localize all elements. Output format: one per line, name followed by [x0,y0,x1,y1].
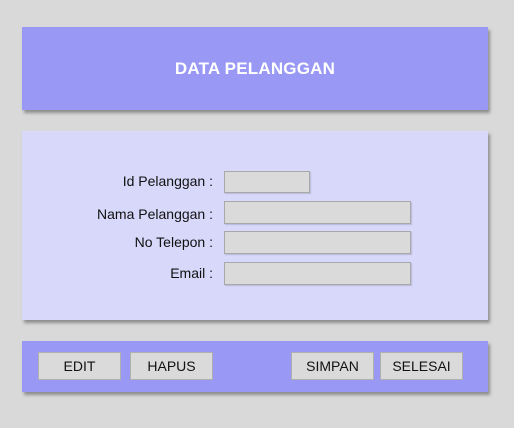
no-telepon-label: No Telepon : [134,234,213,250]
customer-form-panel: Id Pelanggan : Nama Pelanggan : No Telep… [22,131,488,320]
action-button-bar: EDIT HAPUS SIMPAN SELESAI [22,341,488,392]
id-pelanggan-input[interactable] [224,171,310,193]
nama-pelanggan-input[interactable] [224,201,411,224]
edit-button[interactable]: EDIT [38,352,121,380]
email-label: Email : [170,265,213,281]
page-title: DATA PELANGGAN [174,58,336,78]
hapus-button[interactable]: HAPUS [130,352,213,380]
no-telepon-input[interactable] [224,231,411,254]
nama-pelanggan-label: Nama Pelanggan : [97,206,213,222]
id-pelanggan-label: Id Pelanggan : [122,173,213,189]
email-input[interactable] [224,262,411,285]
selesai-button[interactable]: SELESAI [380,352,463,380]
header-panel: DATA PELANGGAN [22,27,488,110]
simpan-button[interactable]: SIMPAN [291,352,374,380]
